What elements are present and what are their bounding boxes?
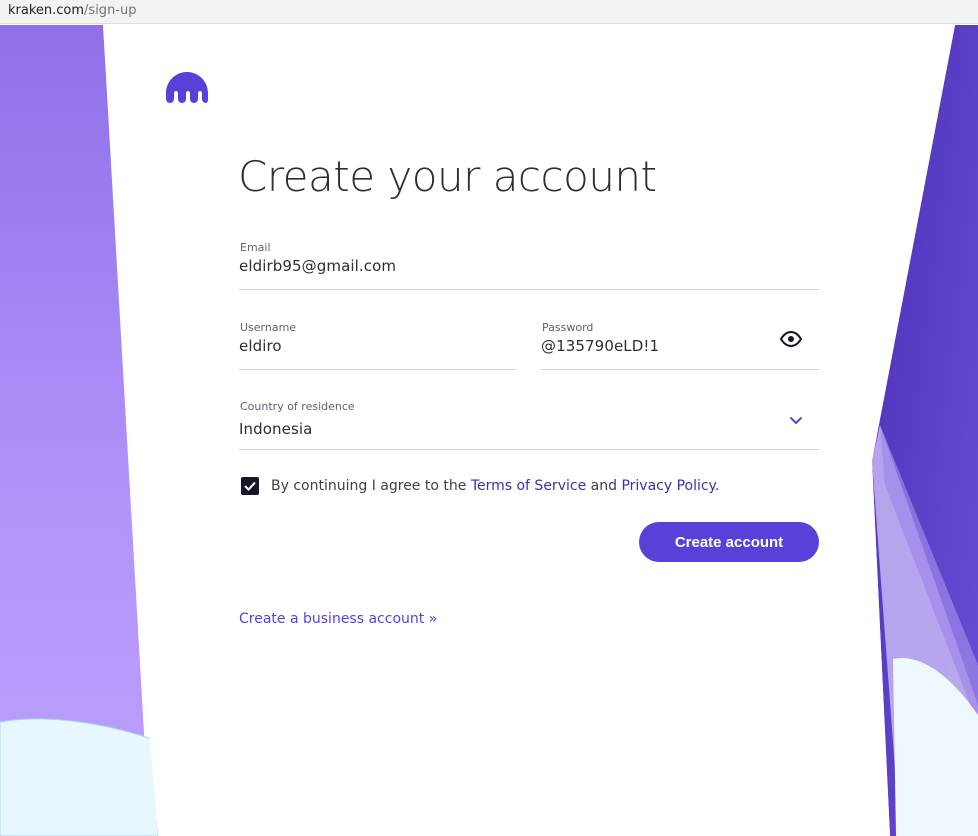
url-host: kraken.com xyxy=(8,3,85,18)
terms-of-service-link[interactable]: Terms of Service xyxy=(471,478,586,494)
privacy-policy-link[interactable]: Privacy Policy. xyxy=(621,478,719,494)
browser-address-bar[interactable]: kraken.com/sign-up xyxy=(0,0,978,24)
terms-checkbox[interactable] xyxy=(241,477,259,495)
create-account-button[interactable]: Create account xyxy=(639,522,819,562)
country-select[interactable]: Country of residence Indonesia xyxy=(239,400,819,450)
username-input[interactable]: eldiro xyxy=(239,337,282,355)
email-field[interactable]: Email eldirb95@gmail.com xyxy=(239,241,819,290)
email-label: Email xyxy=(240,241,271,254)
password-input[interactable]: @135790eLD!1 xyxy=(541,337,659,355)
kraken-logo-icon[interactable] xyxy=(166,72,208,103)
chevron-down-icon[interactable] xyxy=(789,416,803,426)
page-title: Create your account xyxy=(238,152,657,201)
agreement-middle: and xyxy=(586,478,622,494)
url-path: /sign-up xyxy=(84,3,137,18)
username-label: Username xyxy=(240,321,297,334)
username-field[interactable]: Username eldiro xyxy=(239,321,516,370)
checkmark-icon xyxy=(244,481,256,491)
email-input[interactable]: eldirb95@gmail.com xyxy=(239,257,396,275)
terms-agreement: By continuing I agree to the Terms of Se… xyxy=(241,476,719,496)
country-value: Indonesia xyxy=(239,420,313,438)
country-label: Country of residence xyxy=(240,400,355,413)
create-business-account-link[interactable]: Create a business account » xyxy=(239,611,437,627)
agreement-prefix: By continuing I agree to the xyxy=(271,478,471,494)
password-field[interactable]: Password @135790eLD!1 xyxy=(541,321,819,370)
eye-icon[interactable] xyxy=(780,331,802,347)
password-label: Password xyxy=(542,321,594,334)
